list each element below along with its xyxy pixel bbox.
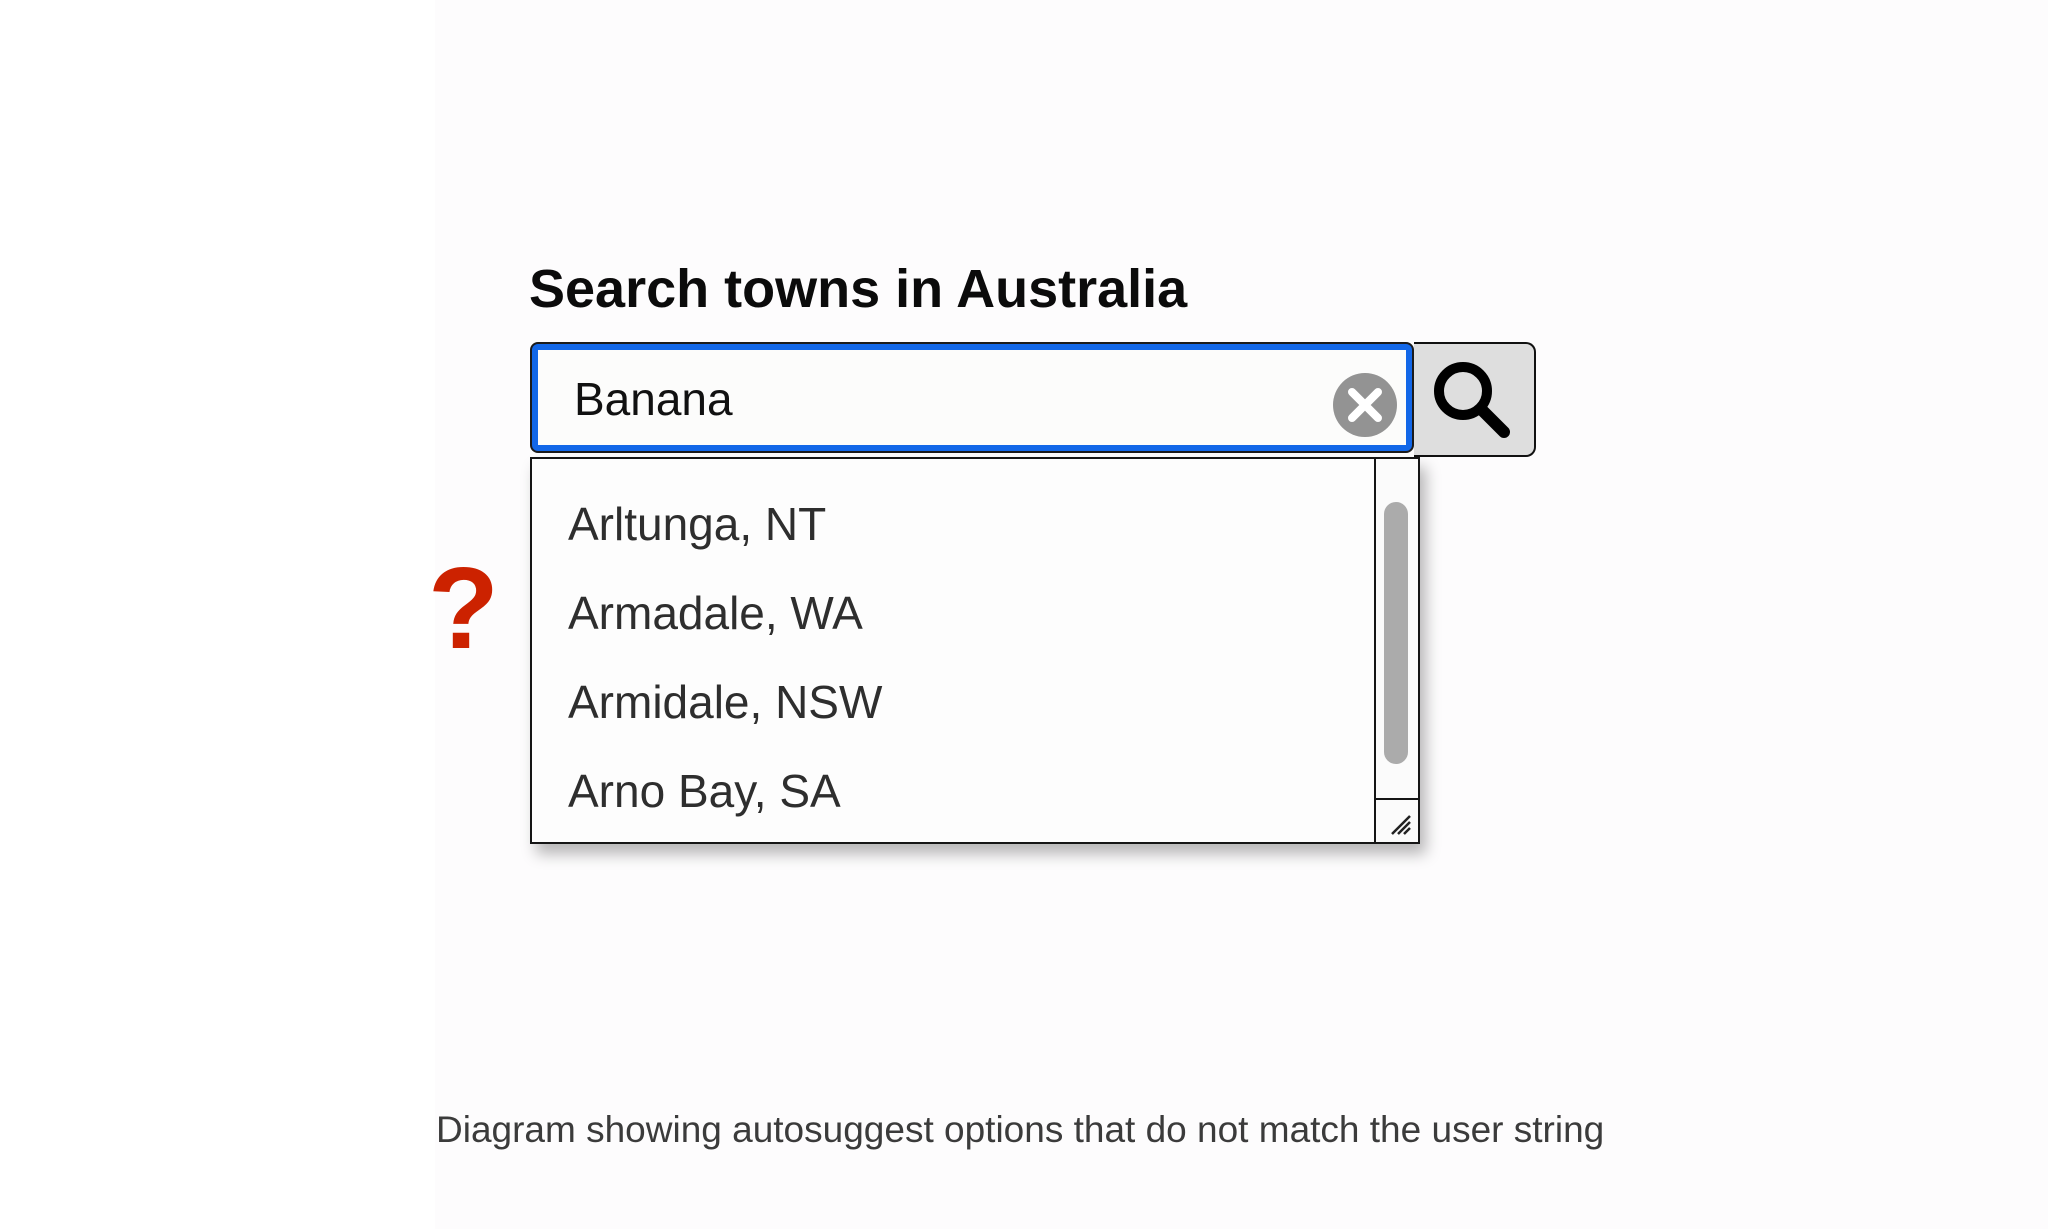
autosuggest-list[interactable]: Arltunga, NT Armadale, WA Armidale, NSW … — [530, 457, 1420, 844]
suggestion-item[interactable]: Arltunga, NT — [568, 480, 1368, 569]
resize-grip-icon — [1391, 815, 1411, 835]
suggestion-item[interactable]: Armidale, NSW — [568, 658, 1368, 747]
search-input-value[interactable]: Banana — [574, 372, 733, 427]
diagram-caption: Diagram showing autosuggest options that… — [436, 1109, 1605, 1150]
search-label: Search towns in Australia — [529, 259, 1188, 319]
suggestion-item[interactable]: Armadale, WA — [568, 569, 1368, 658]
clear-icon[interactable] — [1332, 372, 1398, 438]
search-icon — [1434, 362, 1510, 438]
scrollbar[interactable] — [1374, 459, 1418, 842]
resize-handle[interactable] — [1376, 798, 1418, 842]
suggestion-item[interactable]: Arno Bay, SA — [568, 747, 1368, 836]
question-mark-icon: ? — [428, 543, 499, 673]
search-input[interactable]: Banana — [532, 344, 1412, 451]
scrollbar-thumb[interactable] — [1384, 502, 1408, 764]
search-button[interactable] — [1414, 342, 1536, 457]
